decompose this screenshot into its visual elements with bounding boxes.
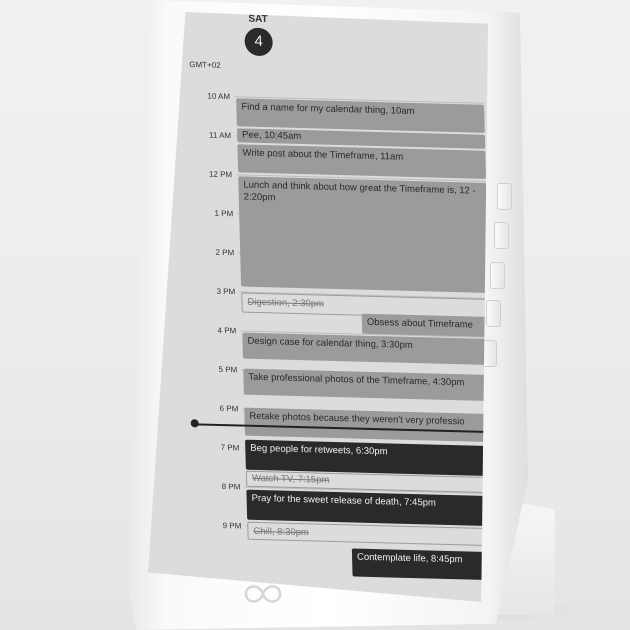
hour-label: 3 PM	[216, 286, 236, 297]
hour-label: 5 PM	[218, 364, 238, 375]
calendar-event[interactable]: Take professional photos of the Timefram…	[243, 368, 488, 402]
day-view: SAT 4 GMT+02 10 AM 11 AM 12 PM 1 PM 2 PM…	[188, 13, 488, 602]
side-button-5[interactable]	[482, 340, 497, 367]
calendar-event[interactable]: Obsess about Timeframe	[361, 313, 488, 338]
day-number-badge: 4	[244, 27, 274, 57]
calendar-event[interactable]: Contemplate life, 8:45pm	[351, 548, 488, 581]
hour-label: 7 PM	[220, 442, 240, 453]
hour-label: 10 AM	[207, 91, 231, 102]
side-button-4[interactable]	[486, 300, 501, 327]
hour-label: 9 PM	[222, 521, 242, 531]
hour-label: 1 PM	[214, 208, 234, 219]
calendar-event[interactable]: Pray for the sweet release of death, 7:4…	[246, 489, 488, 527]
side-button-3[interactable]	[490, 262, 505, 289]
calendar-event[interactable]: Chill, 8:30pm	[247, 521, 488, 547]
calendar-event[interactable]: Write post about the Timeframe, 11am	[237, 144, 487, 179]
day-header: SAT 4	[228, 13, 289, 57]
hour-label: 2 PM	[215, 247, 235, 258]
side-button-2[interactable]	[494, 222, 509, 249]
hour-label: 4 PM	[217, 325, 237, 336]
hour-label: 11 AM	[208, 130, 232, 141]
timezone-label: GMT+02	[189, 60, 221, 70]
hour-label: 6 PM	[219, 403, 239, 414]
hour-label: 8 PM	[221, 482, 241, 492]
hour-label: 12 PM	[208, 169, 233, 180]
side-button-1[interactable]	[497, 183, 512, 210]
calendar-event[interactable]: Find a name for my calendar thing, 10am	[236, 98, 485, 133]
calendar-event[interactable]: Design case for calendar thing, 3:30pm	[242, 332, 488, 366]
eink-screen: SAT 4 GMT+02 10 AM 11 AM 12 PM 1 PM 2 PM…	[148, 12, 488, 602]
calendar-event[interactable]: Lunch and think about how great the Time…	[238, 176, 488, 293]
